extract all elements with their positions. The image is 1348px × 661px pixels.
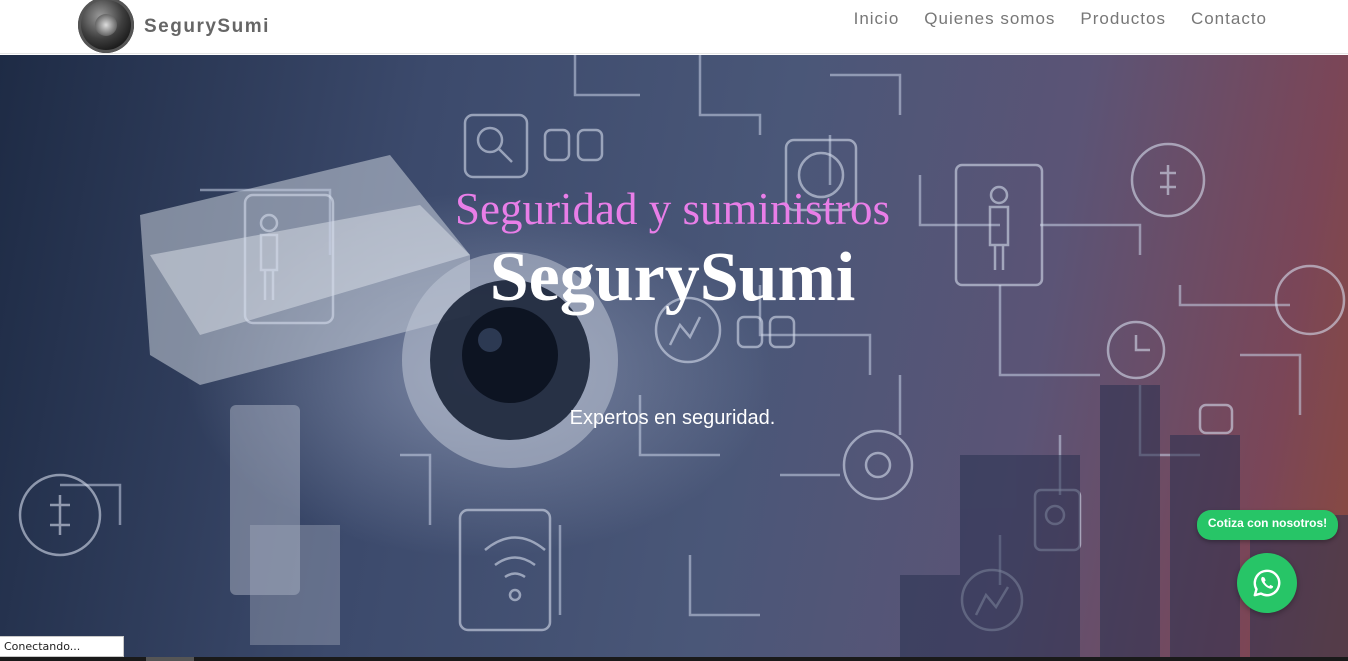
vault-dial-icon[interactable]	[78, 0, 134, 53]
main-nav: Inicio Quienes somos Productos Contacto	[854, 0, 1267, 38]
hero-title: SegurySumi	[489, 239, 856, 316]
security-camera-network-image	[18, 55, 1348, 657]
hero-tagline: Expertos en seguridad.	[569, 407, 776, 429]
nav-item-quienes-somos[interactable]: Quienes somos	[924, 9, 1055, 29]
whatsapp-button[interactable]	[1237, 553, 1297, 613]
hero-banner: Seguridad y suministros SegurySumi Exper…	[0, 55, 1348, 657]
nav-item-contacto[interactable]: Contacto	[1191, 9, 1267, 29]
nav-item-inicio[interactable]: Inicio	[854, 9, 900, 29]
top-navbar: SegurySumi Inicio Quienes somos Producto…	[0, 0, 1348, 54]
whatsapp-icon	[1253, 569, 1281, 597]
brand[interactable]: SegurySumi	[78, 0, 270, 54]
browser-status-bar: Conectando...	[0, 636, 124, 657]
scrollbar-thumb[interactable]	[146, 657, 194, 661]
whatsapp-cta-label[interactable]: Cotiza con nosotros!	[1197, 510, 1338, 540]
nav-item-productos[interactable]: Productos	[1080, 9, 1166, 29]
brand-name[interactable]: SegurySumi	[144, 16, 270, 38]
horizontal-scrollbar[interactable]	[0, 657, 1348, 661]
hero-subtitle: Seguridad y suministros	[455, 184, 890, 234]
